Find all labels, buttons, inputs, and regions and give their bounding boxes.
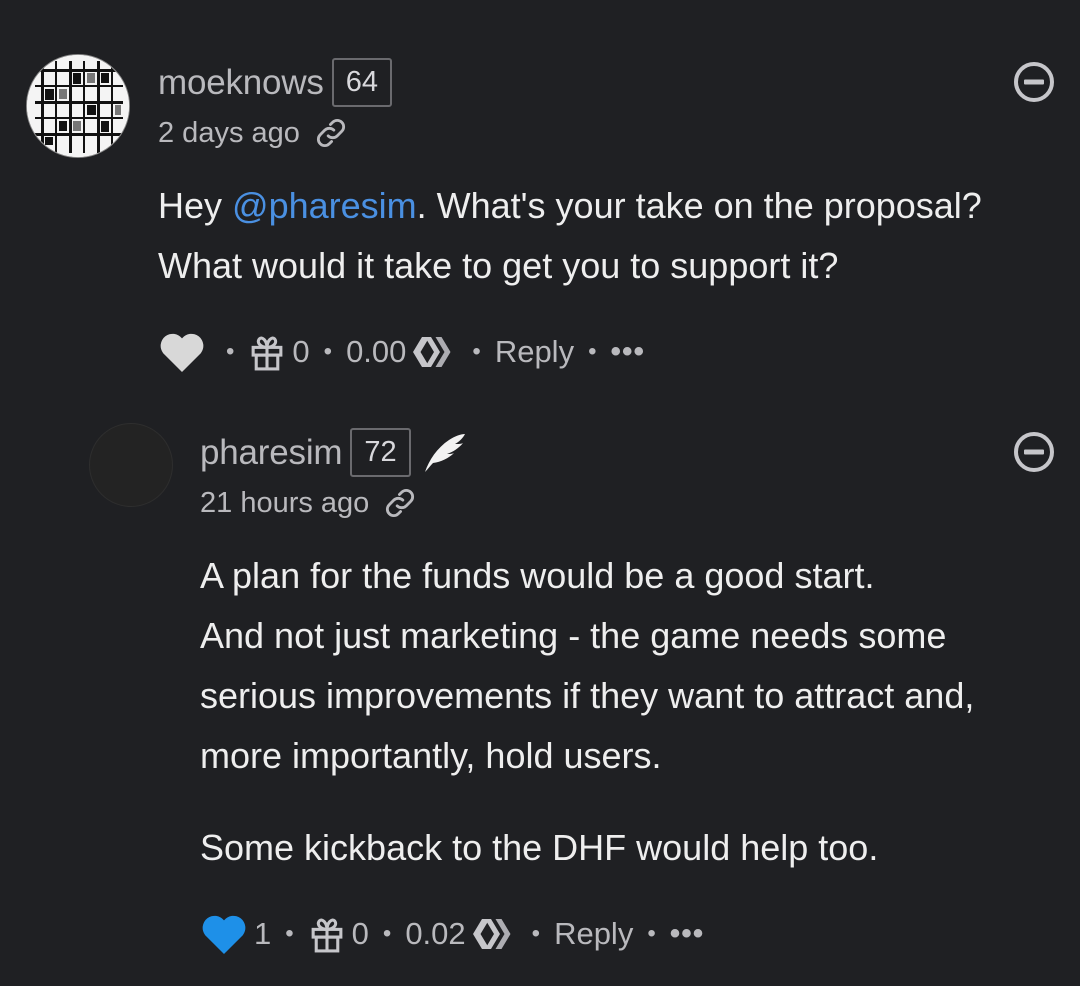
more-options-button[interactable]: ••• [670,917,705,951]
minus-circle-icon[interactable] [1012,430,1056,474]
gift-icon[interactable] [248,332,286,372]
comment-actions: 1 • 0 • 0.02 • Reply • ••• [200,912,704,956]
separator-dot: • [472,338,481,365]
comment-actions: • 0 • 0.00 • Reply • ••• [158,330,645,374]
body-line: serious improvements if they want to att… [200,675,975,716]
body-line: What would it take to get you to support… [158,245,839,286]
reputation-badge: 72 [350,428,411,477]
hive-logo-icon [472,919,511,949]
separator-dot: • [323,338,333,365]
timestamp-row: 21 hours ago [200,486,417,520]
payout-value[interactable]: 0.02 [405,916,465,952]
minus-circle-icon[interactable] [1012,60,1056,104]
body-line: A plan for the funds would be a good sta… [200,555,875,596]
separator-dot: • [226,338,235,365]
link-icon[interactable] [383,486,417,520]
separator-dot: • [285,920,294,947]
hive-logo-icon [413,337,451,367]
reply-button[interactable]: Reply [495,334,574,370]
separator-dot: • [382,920,392,947]
vote-count[interactable]: 1 [254,916,271,952]
username[interactable]: moeknows [158,63,324,103]
link-icon[interactable] [314,116,348,150]
avatar-image [27,55,129,157]
separator-dot: • [588,338,597,365]
mention-link[interactable]: @pharesim [232,185,417,226]
body-line: Some kickback to the DHF would help too. [200,827,879,868]
body-line: more importantly, hold users. [200,735,662,776]
comment-body: A plan for the funds would be a good sta… [200,546,974,878]
avatar[interactable] [89,423,173,507]
heart-icon[interactable] [158,330,206,374]
body-line: And not just marketing - the game needs … [200,615,947,656]
body-text-pre: Hey [158,185,233,226]
author-line: pharesim 72 [200,428,469,477]
payout-value[interactable]: 0.00 [346,334,406,370]
reputation-badge: 64 [331,58,392,107]
more-options-button[interactable]: ••• [610,335,645,369]
avatar[interactable] [26,54,130,158]
reply-button[interactable]: Reply [554,916,633,952]
username[interactable]: pharesim [200,433,343,473]
gift-icon[interactable] [308,914,346,954]
body-text-post: . What's your take on the proposal? [416,185,982,226]
heart-icon[interactable] [200,912,248,956]
separator-dot: • [647,920,656,947]
author-line: moeknows 64 [158,58,392,107]
comment-body: Hey @pharesim. What's your take on the p… [158,176,982,296]
tip-count: 0 [292,334,310,369]
timestamp[interactable]: 21 hours ago [200,487,369,520]
tip-count: 0 [351,916,369,951]
timestamp[interactable]: 2 days ago [158,117,300,150]
separator-dot: • [531,920,541,947]
timestamp-row: 2 days ago [158,116,348,150]
feather-icon [424,433,465,472]
body-line: Hey @pharesim. What's your take on the p… [158,176,982,236]
